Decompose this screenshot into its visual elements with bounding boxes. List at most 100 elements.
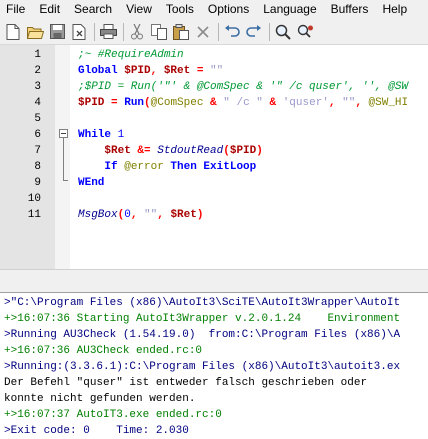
line-number: 5 [34,113,41,125]
line-number: 9 [34,177,41,189]
code-token: "" [210,65,224,77]
fold-toggle-icon[interactable] [59,129,68,138]
code-token: , [328,97,343,109]
code-line[interactable]: ;~ #RequireAdmin [70,47,428,63]
code-line[interactable] [70,191,428,207]
paste-icon[interactable] [171,22,191,42]
menu-options[interactable]: Options [201,0,256,19]
output-line: +>16:07:37 AutoIT3.exe ended.rc:0 [4,409,222,421]
output-pane[interactable]: >"C:\Program Files (x86)\AutoIt3\SciTE\A… [0,293,428,439]
code-token: While [78,129,118,141]
open-folder-icon[interactable] [25,22,45,42]
code-token: Then ExitLoop [163,161,257,173]
code-token: ( [144,97,151,109]
code-token: ;~ #RequireAdmin [78,49,184,61]
undo-icon[interactable] [222,22,242,42]
toolbar-separator [269,22,270,41]
code-token: ;$PID = Run('"' & @ComSpec & '" /c quser… [78,81,409,93]
toolbar [0,19,428,45]
line-number: 10 [27,193,41,205]
code-token: @error [124,161,164,173]
code-token: StdoutRead [157,145,224,157]
code-token: If [104,161,125,173]
find-icon[interactable] [273,22,293,42]
line-number: 7 [34,145,41,157]
code-line[interactable] [70,111,428,127]
code-line[interactable]: ;$PID = Run('"' & @ComSpec & '" /c quser… [70,79,428,95]
menu-language[interactable]: Language [256,0,323,19]
code-token: , [150,65,164,77]
code-token: " /c " [223,97,263,109]
code-token: $PID [124,65,151,77]
line-number: 6 [34,129,41,141]
code-line[interactable]: If @error Then ExitLoop [70,159,428,175]
print-icon[interactable] [98,22,118,42]
code-line[interactable]: WEnd [70,175,428,191]
code-editor[interactable]: 1 2 3 4 5 6 7 8 9 10 11 ;~ #RequireAdmin Global $PI… [0,45,428,269]
code-token: $PID [78,97,105,109]
menu-tools[interactable]: Tools [159,0,201,19]
menu-search[interactable]: Search [67,0,119,19]
code-text[interactable]: ;~ #RequireAdmin Global $PID, $Ret = "" ;$… [70,45,428,269]
code-token: $Ret [104,145,131,157]
output-line: +>16:07:36 AU3Check ended.rc:0 [4,345,203,357]
code-token: WEnd [78,177,105,189]
code-token: Run [124,97,145,109]
pane-splitter[interactable] [0,269,428,293]
code-token: &= [130,145,158,157]
line-number: 8 [34,161,41,173]
new-file-icon[interactable] [3,22,23,42]
output-line: >Exit code: 0 Time: 2.030 [4,425,189,437]
redo-icon[interactable] [244,22,264,42]
code-token: 'quser' [282,97,329,109]
code-token: & [262,97,283,109]
output-line: +>16:07:36 Starting AutoIt3Wrapper v.2.0… [4,313,401,325]
menu-help[interactable]: Help [375,0,414,19]
close-file-icon[interactable] [69,22,89,42]
code-token: @ComSpec [150,97,204,109]
code-token: 0 [124,209,131,221]
menu-buffers[interactable]: Buffers [324,0,376,19]
output-line: Der Befehl "quser" ist entweder falsch g… [4,377,368,389]
menu-bar: File Edit Search View Tools Options Lang… [0,0,428,19]
code-token: ( [223,145,230,157]
code-token: , [130,209,145,221]
code-line[interactable]: $PID = Run(@ComSpec & " /c " & 'quser', … [70,95,428,111]
toolbar-separator [123,22,124,41]
copy-icon[interactable] [149,22,169,42]
code-token: & [203,97,224,109]
code-token: = [190,65,211,77]
line-number: 11 [27,209,41,221]
save-icon[interactable] [47,22,67,42]
code-line[interactable]: $Ret &= StdoutRead($PID) [70,143,428,159]
toolbar-separator [94,22,95,41]
code-token: = [104,97,125,109]
code-line[interactable]: MsgBox(0, "", $Ret) [70,207,428,223]
output-line: >Running:(3.3.6.1):C:\Program Files (x86… [4,361,401,373]
output-line: >Running AU3Check (1.54.19.0) from:C:\Pr… [4,329,401,341]
cut-icon[interactable] [127,22,147,42]
code-token: "" [342,97,356,109]
menu-file[interactable]: File [0,0,32,19]
output-line: konnte nicht gefunden werden. [4,393,196,405]
line-number: 4 [34,97,41,109]
code-token: , [157,209,171,221]
code-token: 1 [117,129,125,141]
menu-view[interactable]: View [119,0,159,19]
code-line[interactable]: Global $PID, $Ret = "" [70,63,428,79]
line-number: 2 [34,65,41,77]
fold-guide-end [63,180,68,181]
code-token: , [355,97,369,109]
delete-icon[interactable] [193,22,213,42]
toolbar-separator [218,22,219,41]
code-token: $PID [229,145,257,157]
code-token: ) [196,209,204,221]
fold-guide [63,138,64,180]
menu-edit[interactable]: Edit [32,0,67,19]
code-line[interactable]: While 1 [70,127,428,143]
replace-icon[interactable] [295,22,315,42]
code-token: "" [144,209,158,221]
line-number: 3 [34,81,41,93]
